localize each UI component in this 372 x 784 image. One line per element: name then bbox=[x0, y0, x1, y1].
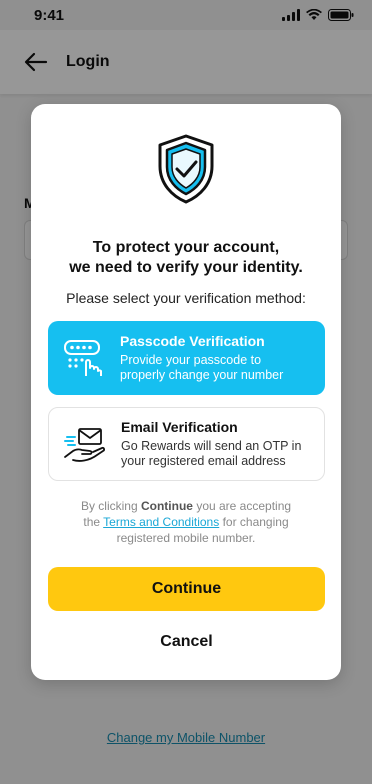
terms-and-conditions-link[interactable]: Terms and Conditions bbox=[103, 515, 219, 529]
option-passcode-title: Passcode Verification bbox=[120, 333, 265, 349]
option-email-desc-line1: Go Rewards will send an OTP in bbox=[121, 439, 302, 453]
terms-continue-bold: Continue bbox=[140, 499, 193, 513]
option-passcode-desc-line1: Provide your passcode to bbox=[120, 353, 262, 367]
modal-title-line2: we need to verify your identity. bbox=[69, 259, 303, 276]
option-email-text: Email Verification Go Rewards will send … bbox=[121, 419, 324, 469]
verification-modal: To protect your account, we need to veri… bbox=[31, 104, 341, 680]
continue-button[interactable]: Continue bbox=[48, 567, 325, 611]
modal-title: To protect your account, we need to veri… bbox=[31, 238, 341, 278]
shield-check-icon bbox=[158, 134, 214, 204]
option-passcode-text: Passcode Verification Provide your passc… bbox=[120, 333, 325, 383]
modal-title-line1: To protect your account, bbox=[92, 239, 280, 256]
email-hand-icon bbox=[64, 428, 105, 462]
terms-notice: By clicking Continue you are accepting t… bbox=[61, 498, 311, 546]
terms-suffix: for changing bbox=[219, 515, 289, 529]
terms-line2: the Terms and Conditions for changing bbox=[61, 514, 311, 530]
option-passcode-verification[interactable]: Passcode Verification Provide your passc… bbox=[48, 321, 325, 395]
terms-middle: you are accepting bbox=[192, 499, 292, 513]
terms-line1: By clicking Continue you are accepting bbox=[61, 498, 311, 514]
terms-the: the bbox=[83, 515, 104, 529]
terms-prefix: By clicking bbox=[80, 499, 141, 513]
option-email-verification[interactable]: Email Verification Go Rewards will send … bbox=[48, 407, 325, 481]
passcode-keypad-icon bbox=[64, 340, 102, 376]
option-email-desc-line2: your registered email address bbox=[121, 454, 286, 468]
cancel-button[interactable]: Cancel bbox=[48, 622, 325, 662]
option-email-description: Go Rewards will send an OTP in your regi… bbox=[121, 439, 324, 469]
option-passcode-desc-line2: properly change your number bbox=[120, 368, 284, 382]
option-email-title: Email Verification bbox=[121, 419, 238, 435]
terms-line3: registered mobile number. bbox=[116, 531, 256, 545]
modal-subtitle: Please select your verification method: bbox=[66, 290, 306, 306]
option-passcode-description: Provide your passcode to properly change… bbox=[120, 353, 325, 383]
